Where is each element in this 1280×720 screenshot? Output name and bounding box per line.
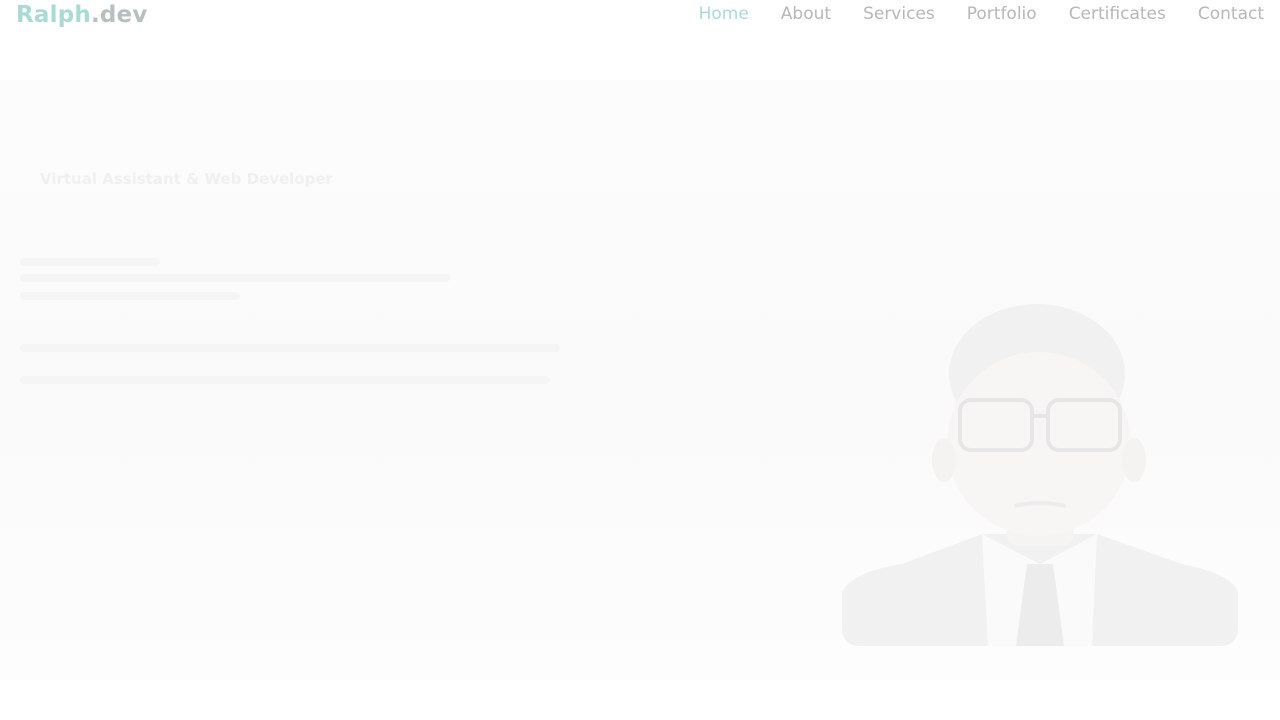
hero-faint-text-line — [20, 292, 240, 300]
logo-main-text: Ralph — [16, 2, 91, 28]
nav-about[interactable]: About — [781, 0, 831, 28]
logo-suffix-text: .dev — [90, 2, 148, 28]
nav-services[interactable]: Services — [863, 0, 935, 28]
profile-photo — [842, 302, 1238, 646]
site-logo[interactable]: Ralph.dev — [16, 0, 148, 30]
nav-home[interactable]: Home — [699, 0, 749, 28]
navbar: Ralph.dev Home About Services Portfolio … — [0, 0, 1280, 30]
hero-faint-text-line — [20, 376, 550, 384]
nav-certificates[interactable]: Certificates — [1069, 0, 1166, 28]
main-nav: Home About Services Portfolio Certificat… — [699, 0, 1264, 28]
hero-faint-text-line — [20, 274, 450, 282]
profile-photo-icon — [842, 304, 1238, 646]
nav-portfolio[interactable]: Portfolio — [967, 0, 1037, 28]
hero-faint-text-line — [20, 258, 160, 266]
hero-faint-text-line — [20, 344, 560, 352]
hero-role-title: Virtual Assistant & Web Developer — [40, 170, 333, 188]
nav-contact[interactable]: Contact — [1198, 0, 1264, 28]
hero-section: Virtual Assistant & Web Developer — [0, 80, 1280, 680]
